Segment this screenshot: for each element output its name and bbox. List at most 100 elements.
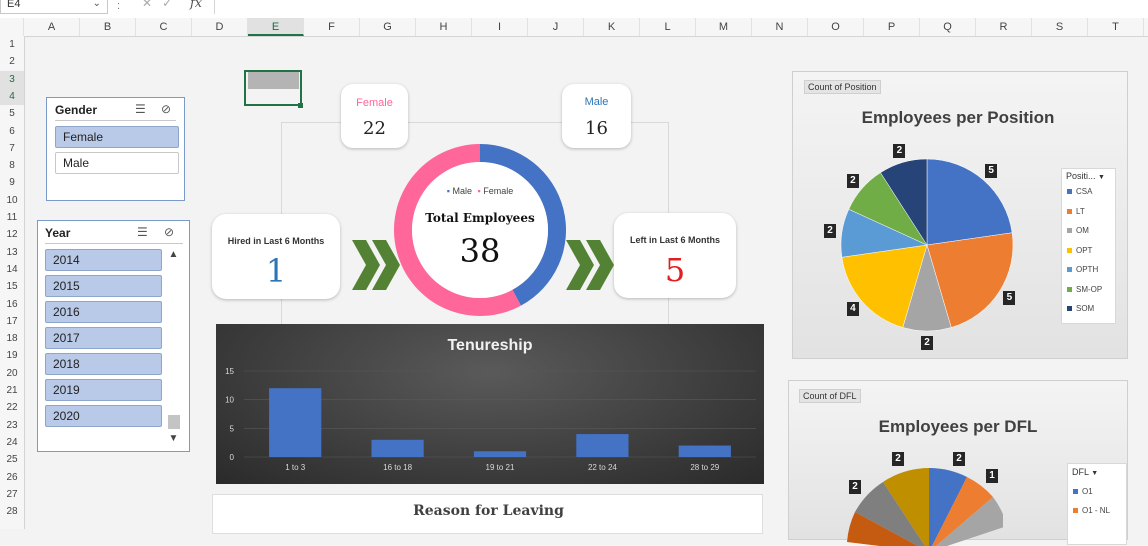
row-header-8[interactable]: 8 (0, 157, 24, 174)
column-header-m[interactable]: M (696, 18, 752, 36)
clear-filter-icon[interactable]: ⊘ (164, 225, 174, 239)
row-header-24[interactable]: 24 (0, 434, 24, 451)
scroll-down-icon[interactable]: ▼ (165, 433, 182, 444)
row-header-23[interactable]: 23 (0, 417, 24, 434)
bar-3 (473, 451, 527, 457)
legend-header[interactable]: DFL ▼ (1072, 467, 1098, 477)
row-header-15[interactable]: 15 (0, 278, 24, 295)
column-header-l[interactable]: L (640, 18, 696, 36)
year-scrollbar[interactable]: ▲ ▼ (165, 247, 182, 446)
column-header-o[interactable]: O (808, 18, 864, 36)
row-header-14[interactable]: 14 (0, 261, 24, 278)
column-header-k[interactable]: K (584, 18, 640, 36)
formula-separator: : (117, 0, 121, 12)
row-header-4[interactable]: 4 (0, 87, 24, 105)
row-header-22[interactable]: 22 (0, 399, 24, 416)
enter-icon[interactable]: ✓ (162, 0, 182, 10)
column-header-c[interactable]: C (136, 18, 192, 36)
bar-2 (371, 439, 424, 457)
column-header-f[interactable]: F (304, 18, 360, 36)
column-header-g[interactable]: G (360, 18, 416, 36)
total-employees-donut: ▪ Male ▪ Female Total Employees 38 (394, 144, 566, 316)
formula-input[interactable] (214, 0, 1148, 14)
legend-item: O1 (1073, 487, 1093, 496)
row-header-5[interactable]: 5 (0, 105, 24, 122)
row-header-28[interactable]: 28 (0, 503, 24, 520)
year-item[interactable]: 2017 (45, 327, 162, 349)
column-header-i[interactable]: I (472, 18, 528, 36)
multi-select-icon[interactable]: ☰ (137, 225, 148, 239)
year-item[interactable]: 2016 (45, 301, 162, 323)
column-header-a[interactable]: A (24, 18, 80, 36)
row-header-19[interactable]: 19 (0, 347, 24, 364)
legend-swatch (1067, 247, 1072, 253)
column-header-b[interactable]: B (80, 18, 136, 36)
name-box[interactable]: E4 ⌄ (0, 0, 108, 14)
chevron-down-icon[interactable]: ⌄ (93, 0, 101, 14)
pivot-field-tag[interactable]: Count of DFL (799, 389, 861, 403)
row-header-3[interactable]: 3 (0, 70, 24, 88)
year-item[interactable]: 2015 (45, 275, 162, 297)
row-header-6[interactable]: 6 (0, 123, 24, 140)
arrow-right-icon (352, 240, 400, 290)
legend-item: LT (1067, 207, 1085, 216)
row-header-16[interactable]: 16 (0, 296, 24, 313)
row-headers: 1 2 3 4 5 6 7 8 9 10 11 12 13 14 15 16 17 18 19 20 21 22 23 24 2… (0, 36, 25, 529)
year-item[interactable]: 2019 (45, 379, 162, 401)
legend-bullet: ▪ (477, 186, 481, 196)
fill-handle[interactable] (298, 103, 303, 108)
row-header-1[interactable]: 1 (0, 36, 24, 53)
legend-header[interactable]: Positi... ▼ (1066, 171, 1105, 181)
legend-label: SOM (1076, 304, 1095, 313)
active-cell[interactable] (244, 70, 302, 106)
row-header-7[interactable]: 7 (0, 140, 24, 157)
gender-item-male[interactable]: Male (55, 152, 179, 174)
row-header-25[interactable]: 25 (0, 451, 24, 468)
reason-for-leaving-title: Reason for Leaving (413, 503, 564, 519)
column-header-d[interactable]: D (192, 18, 248, 36)
row-header-27[interactable]: 27 (0, 486, 24, 503)
hired-card-label: Hired in Last 6 Months (227, 236, 325, 246)
insert-function-icon[interactable]: fx (190, 0, 202, 11)
data-label: 5 (1003, 290, 1016, 305)
column-header-h[interactable]: H (416, 18, 472, 36)
cancel-icon[interactable]: ✕ (142, 0, 162, 10)
select-all-corner[interactable] (0, 18, 24, 36)
column-header-e[interactable]: E (248, 18, 304, 36)
dropdown-icon[interactable]: ▼ (1091, 470, 1098, 477)
row-header-10[interactable]: 10 (0, 192, 24, 209)
column-header-q[interactable]: Q (920, 18, 976, 36)
clear-filter-icon[interactable]: ⊘ (161, 102, 171, 116)
row-header-13[interactable]: 13 (0, 244, 24, 261)
column-header-j[interactable]: J (528, 18, 584, 36)
column-header-r[interactable]: R (976, 18, 1032, 36)
year-item[interactable]: 2020 (45, 405, 162, 427)
gender-item-female[interactable]: Female (55, 126, 179, 148)
row-header-9[interactable]: 9 (0, 174, 24, 191)
year-item[interactable]: 2014 (45, 249, 162, 271)
row-header-2[interactable]: 2 (0, 53, 24, 70)
row-header-12[interactable]: 12 (0, 226, 24, 243)
legend-label: SM-OP (1076, 284, 1103, 294)
formula-buttons: ✕✓ (142, 0, 182, 10)
y-tick-label: 5 (230, 424, 235, 433)
column-header-s[interactable]: S (1032, 18, 1088, 36)
row-header-17[interactable]: 17 (0, 313, 24, 330)
scroll-thumb[interactable] (168, 415, 180, 429)
column-header-n[interactable]: N (752, 18, 808, 36)
scroll-up-icon[interactable]: ▲ (165, 249, 182, 260)
row-header-11[interactable]: 11 (0, 209, 24, 226)
row-header-20[interactable]: 20 (0, 365, 24, 382)
dropdown-icon[interactable]: ▼ (1098, 174, 1105, 181)
data-label: 2 (893, 143, 906, 158)
row-header-26[interactable]: 26 (0, 469, 24, 486)
multi-select-icon[interactable]: ☰ (135, 102, 146, 116)
data-label: 2 (953, 452, 965, 466)
legend-header-label: Positi... (1066, 171, 1096, 181)
column-header-p[interactable]: P (864, 18, 920, 36)
row-header-21[interactable]: 21 (0, 382, 24, 399)
year-item[interactable]: 2018 (45, 353, 162, 375)
column-header-t[interactable]: T (1088, 18, 1144, 36)
y-tick-label: 10 (225, 396, 234, 405)
row-header-18[interactable]: 18 (0, 330, 24, 347)
